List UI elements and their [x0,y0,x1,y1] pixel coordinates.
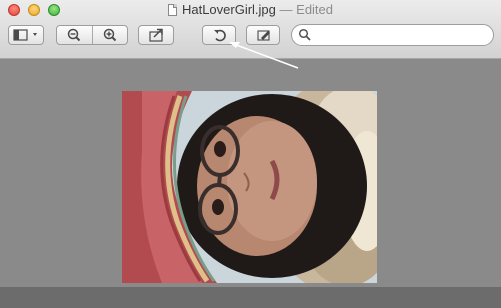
share-button[interactable] [138,25,174,45]
window-bottom-edge [0,287,501,308]
titlebar: HatLoverGirl.jpg — Edited [0,0,501,59]
edited-status: — Edited [279,2,334,17]
document-proxy-icon[interactable] [167,4,177,16]
markup-button[interactable] [246,25,280,45]
zoom-in-button[interactable] [93,26,128,44]
sidebar-icon [13,29,37,41]
zoom-segmented-control [56,25,128,45]
displayed-image [122,91,377,283]
rotate-left-button[interactable] [202,25,236,45]
rotate-left-icon [214,29,226,42]
zoom-in-icon [103,28,117,42]
filename: HatLoverGirl.jpg [181,2,276,17]
markup-pen-icon [257,30,270,41]
search-input[interactable] [314,27,484,43]
search-icon [298,28,311,41]
share-icon [149,28,163,42]
sidebar-view-button[interactable] [8,25,44,45]
window-title: HatLoverGirl.jpg — Edited [0,2,501,17]
zoom-out-button[interactable] [57,26,92,44]
zoom-out-icon [67,28,81,42]
search-field[interactable] [291,24,494,46]
preview-window: HatLoverGirl.jpg — Edited [0,0,501,308]
